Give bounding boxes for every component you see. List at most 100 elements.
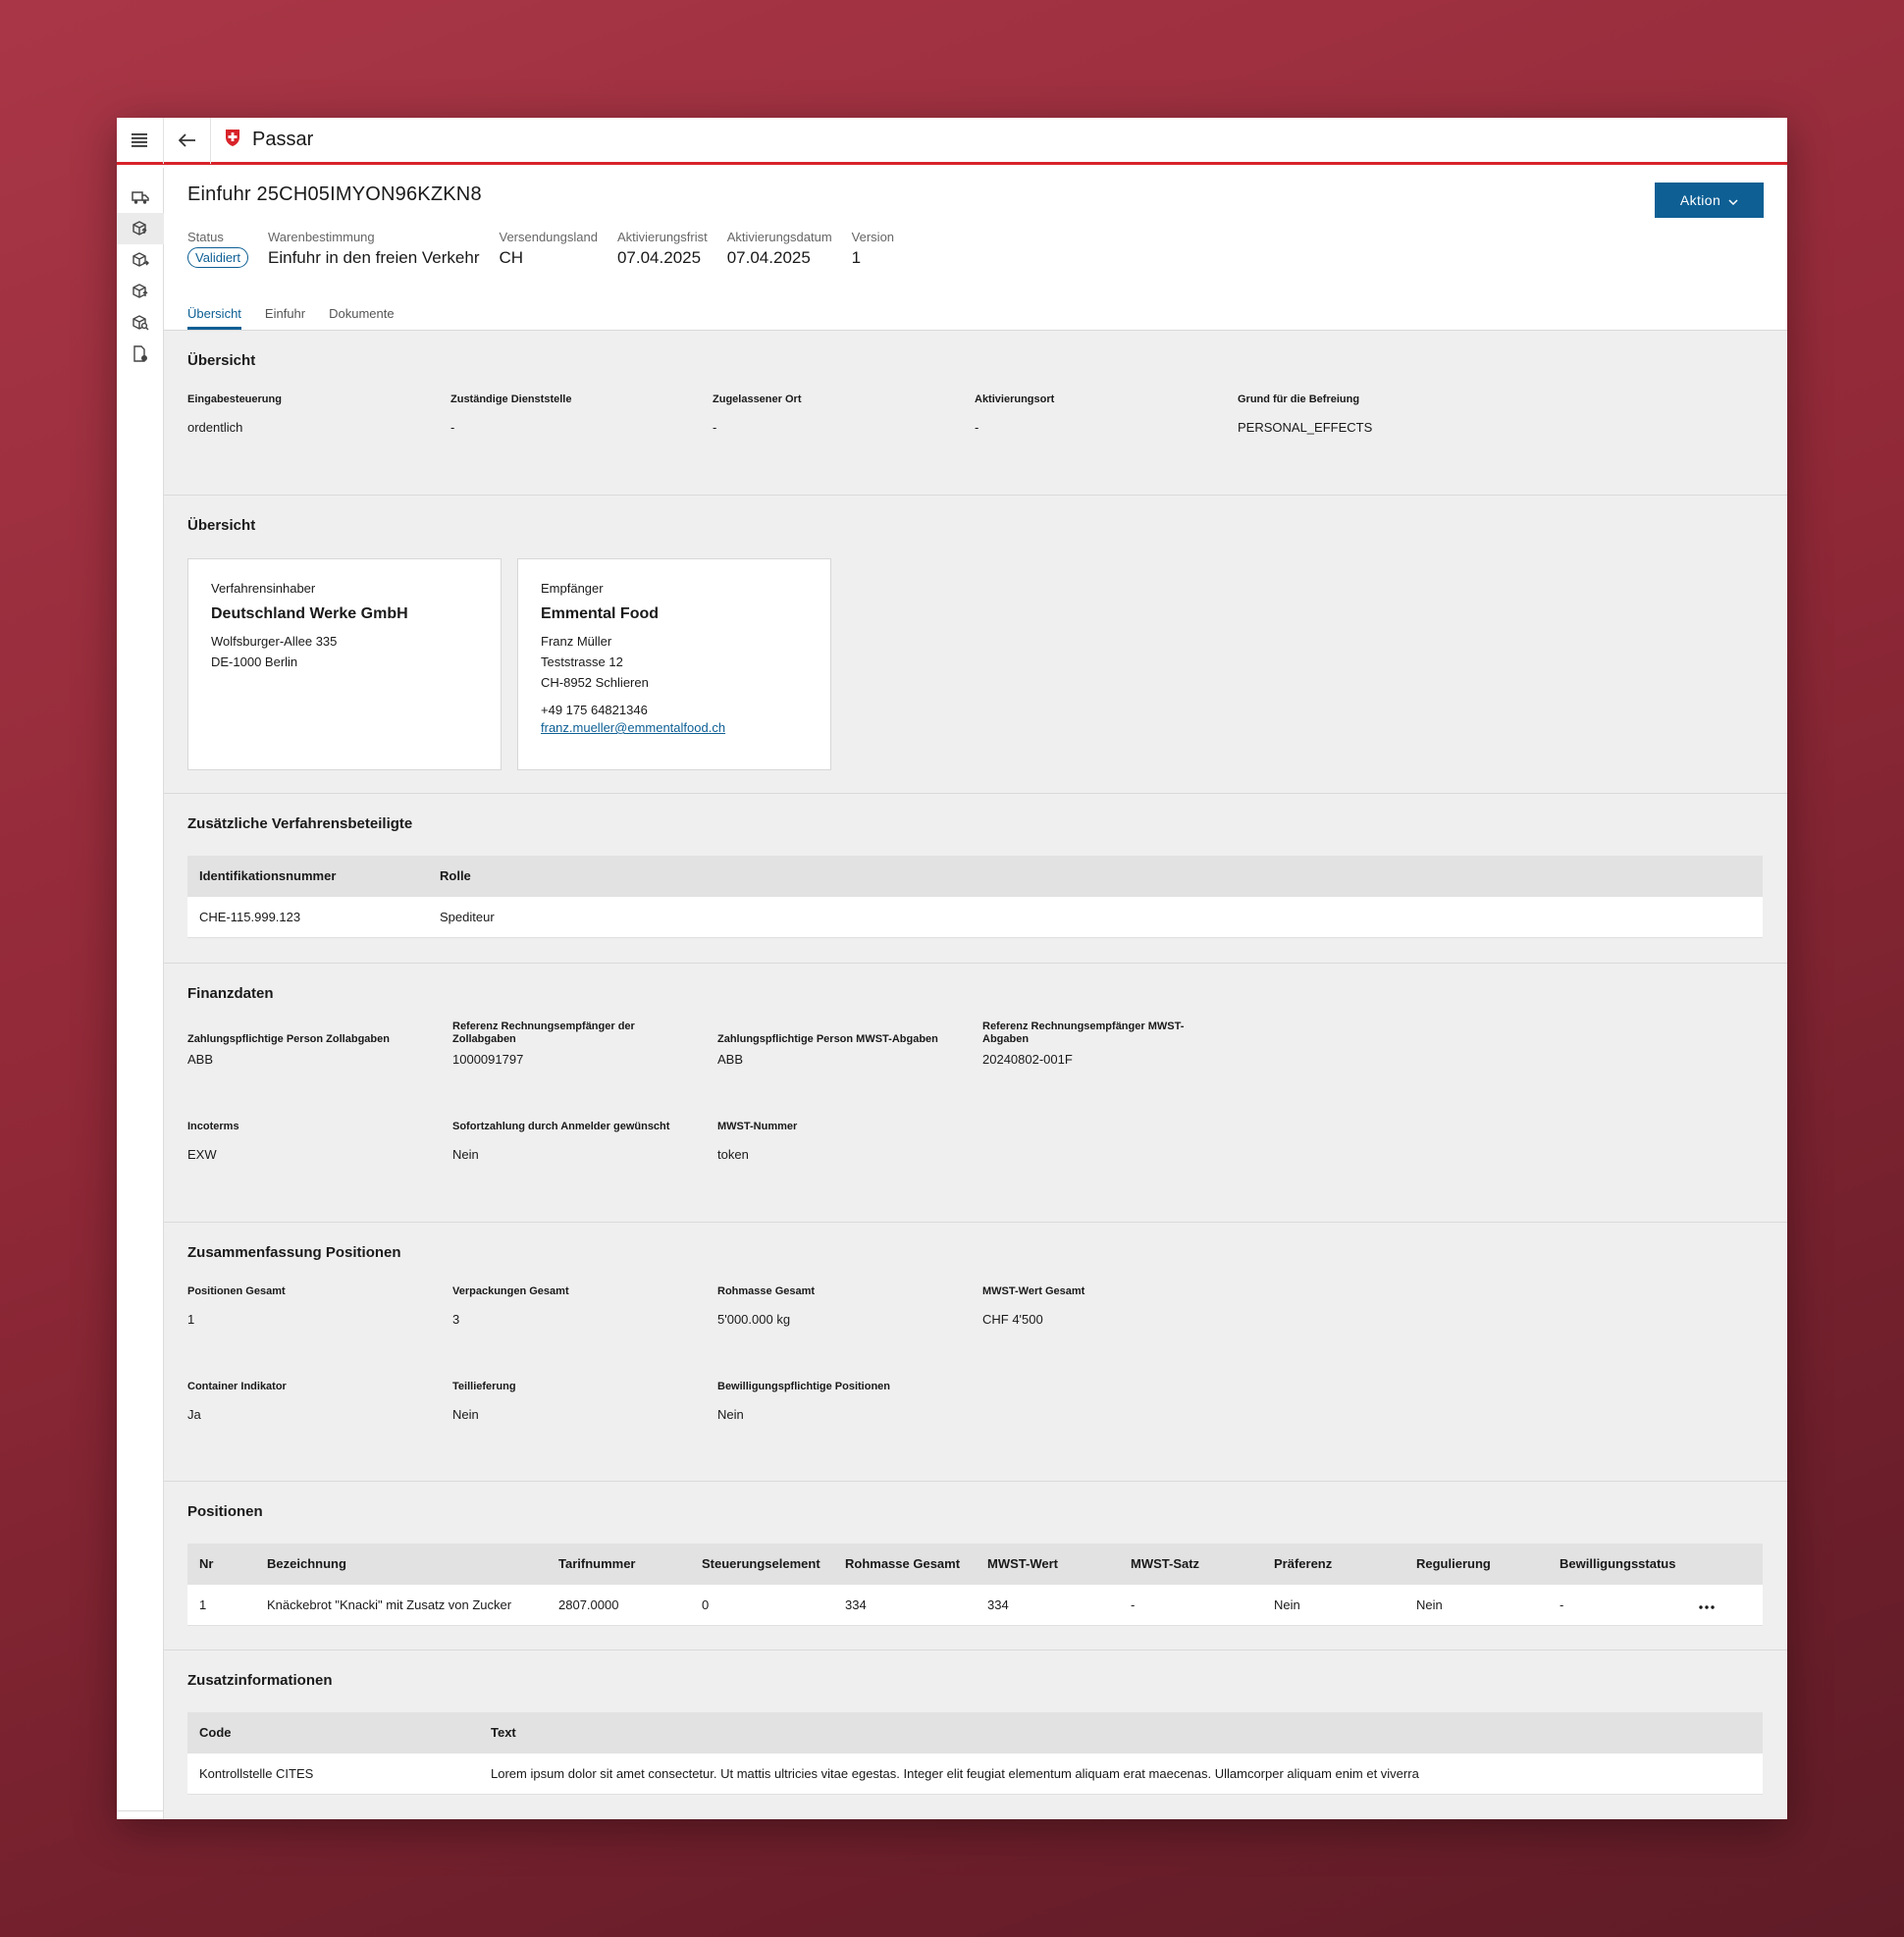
meta-label: Versendungsland: [499, 230, 598, 244]
tab-einfuhr[interactable]: Einfuhr: [265, 306, 305, 330]
top-bar: Passar: [117, 118, 1787, 165]
field-label: Zahlungspflichtige Person Zollabgaben: [187, 1033, 390, 1045]
app-window: Passar Einfuhr 25CH05IMYON96KZKN8 Aktion…: [117, 118, 1787, 1819]
meta-versendungsland: Versendungsland CH: [499, 230, 597, 268]
field-label: Referenz Rechnungsempfänger MWST-Abgaben: [982, 1021, 1185, 1045]
field-value: Nein: [717, 1407, 744, 1422]
table-header-row: Identifikationsnummer Rolle: [187, 856, 1763, 897]
table-header-row: Nr Bezeichnung Tarifnummer Steuerungsele…: [187, 1544, 1763, 1585]
column-header: Regulierung: [1416, 1556, 1491, 1571]
table-row[interactable]: CHE-115.999.123 Spediteur: [187, 897, 1763, 937]
field: Sofortzahlung durch Anmelder gewünscht N…: [452, 1121, 717, 1162]
meta-label: Status: [187, 230, 224, 244]
column-header: Tarifnummer: [558, 1556, 636, 1571]
main-content: Einfuhr 25CH05IMYON96KZKN8 Aktion Status…: [164, 168, 1787, 1819]
finance-row-1: Zahlungspflichtige Person Zollabgaben AB…: [187, 1021, 1764, 1067]
field-label: Referenz Rechnungsempfänger der Zollabga…: [452, 1021, 635, 1045]
section-title: Zusätzliche Verfahrensbeteiligte: [187, 815, 413, 832]
field-value: -: [975, 420, 979, 435]
table-cell: -: [1560, 1597, 1564, 1612]
field-value: ordentlich: [187, 420, 243, 435]
field-label: Zugelassener Ort: [713, 393, 802, 405]
meta-label: Aktivierungsdatum: [726, 230, 832, 244]
aktion-button[interactable]: Aktion: [1655, 183, 1764, 218]
field-value: Nein: [452, 1147, 479, 1162]
card-contact: Franz Müller: [541, 634, 612, 649]
back-arrow-icon[interactable]: [164, 118, 211, 164]
page-title: Einfuhr 25CH05IMYON96KZKN8: [187, 183, 482, 205]
field: Container Indikator Ja: [187, 1381, 452, 1422]
field-label: MWST-Wert Gesamt: [982, 1285, 1085, 1297]
email-link[interactable]: franz.mueller@emmentalfood.ch: [541, 720, 808, 735]
table-cell: Lorem ipsum dolor sit amet consectetur. …: [491, 1765, 1419, 1781]
column-header: Nr: [199, 1556, 214, 1571]
field-label: Teillieferung: [452, 1381, 516, 1392]
table-cell: CHE-115.999.123: [199, 909, 301, 924]
field-label: Incoterms: [187, 1121, 239, 1132]
meta-value: 07.04.2025: [616, 248, 702, 267]
more-horizontal-icon[interactable]: [1687, 1585, 1763, 1625]
card-city: CH-8952 Schlieren: [541, 675, 649, 690]
status-badge: Validiert: [187, 247, 249, 268]
field: Zuständige Dienststelle -: [450, 393, 713, 435]
field-value: Ja: [187, 1407, 201, 1422]
export-package-icon[interactable]: [117, 244, 164, 276]
transit-package-icon[interactable]: [117, 276, 164, 307]
overview-section: Übersicht Eingabesteuerung ordentlich Zu…: [164, 331, 1787, 496]
additional-parties-section: Zusätzliche Verfahrensbeteiligte Identif…: [164, 794, 1787, 964]
field: MWST-Nummer token: [717, 1121, 982, 1162]
field: Zahlungspflichtige Person MWST-Abgaben A…: [717, 1021, 982, 1067]
extra-info-table: Code Text Kontrollstelle CITES Lorem ips…: [187, 1712, 1763, 1795]
card-street: Wolfsburger-Allee 335: [211, 634, 338, 649]
table-cell: Nein: [1274, 1597, 1300, 1612]
section-title: Übersicht: [187, 352, 256, 369]
field-value: ABB: [717, 1052, 744, 1067]
field: Grund für die Befreiung PERSONAL_EFFECTS: [1238, 393, 1503, 435]
recipient-card: Empfänger Emmental Food Franz Müller Tes…: [517, 558, 831, 770]
tab-uebersicht[interactable]: Übersicht: [187, 306, 241, 330]
overview-fields: Eingabesteuerung ordentlich Zuständige D…: [187, 393, 1764, 435]
card-street: Teststrasse 12: [541, 654, 623, 669]
summary-row-1: Positionen Gesamt 1 Verpackungen Gesamt …: [187, 1285, 1764, 1327]
document-settings-icon[interactable]: [117, 339, 164, 370]
column-header: Code: [199, 1725, 232, 1740]
search-package-icon[interactable]: [117, 307, 164, 339]
field-label: Verpackungen Gesamt: [452, 1285, 569, 1297]
table-cell: 334: [845, 1597, 867, 1612]
table-row[interactable]: 1 Knäckebrot "Knacki" mit Zusatz von Zuc…: [187, 1585, 1763, 1625]
field-label: Zahlungspflichtige Person MWST-Abgaben: [717, 1033, 938, 1045]
positions-section: Positionen Nr Bezeichnung Tarifnummer St…: [164, 1482, 1787, 1650]
table-cell: -: [1131, 1597, 1136, 1612]
field-value: -: [450, 420, 455, 435]
summary-row-2: Container Indikator Ja Teillieferung Nei…: [187, 1381, 1764, 1422]
page-header: Einfuhr 25CH05IMYON96KZKN8 Aktion Status…: [164, 168, 1787, 331]
field: MWST-Wert Gesamt CHF 4'500: [982, 1285, 1247, 1327]
positions-table: Nr Bezeichnung Tarifnummer Steuerungsele…: [187, 1544, 1763, 1626]
additional-parties-table: Identifikationsnummer Rolle CHE-115.999.…: [187, 856, 1763, 938]
card-name: Emmental Food: [541, 605, 660, 622]
summary-section: Zusammenfassung Positionen Positionen Ge…: [164, 1223, 1787, 1482]
swiss-shield-icon: [225, 129, 240, 152]
rail-divider: [117, 1810, 163, 1811]
card-name: Deutschland Werke GmbH: [211, 605, 408, 622]
section-title: Zusatzinformationen: [187, 1672, 333, 1689]
table-cell: 0: [702, 1597, 710, 1612]
field-label: Rohmasse Gesamt: [717, 1285, 816, 1297]
field-label: Eingabesteuerung: [187, 393, 282, 405]
import-package-icon[interactable]: [117, 213, 164, 244]
chevron-down-icon: [1728, 192, 1738, 208]
table-row[interactable]: Kontrollstelle CITES Lorem ipsum dolor s…: [187, 1754, 1763, 1794]
truck-icon[interactable]: [117, 182, 164, 213]
brand[interactable]: Passar: [211, 129, 313, 152]
column-header: Identifikationsnummer: [199, 868, 337, 883]
column-header: Rohmasse Gesamt: [845, 1556, 961, 1571]
field: Zugelassener Ort -: [713, 393, 975, 435]
meta-status: Status Validiert: [187, 230, 249, 268]
meta-label: Warenbestimmung: [268, 230, 375, 244]
field: Aktivierungsort -: [975, 393, 1238, 435]
field: Incoterms EXW: [187, 1121, 452, 1162]
field-value: PERSONAL_EFFECTS: [1238, 420, 1373, 435]
table-cell: Knäckebrot "Knacki" mit Zusatz von Zucke…: [267, 1597, 512, 1612]
tab-dokumente[interactable]: Dokumente: [329, 306, 394, 330]
menu-icon[interactable]: [117, 118, 164, 164]
